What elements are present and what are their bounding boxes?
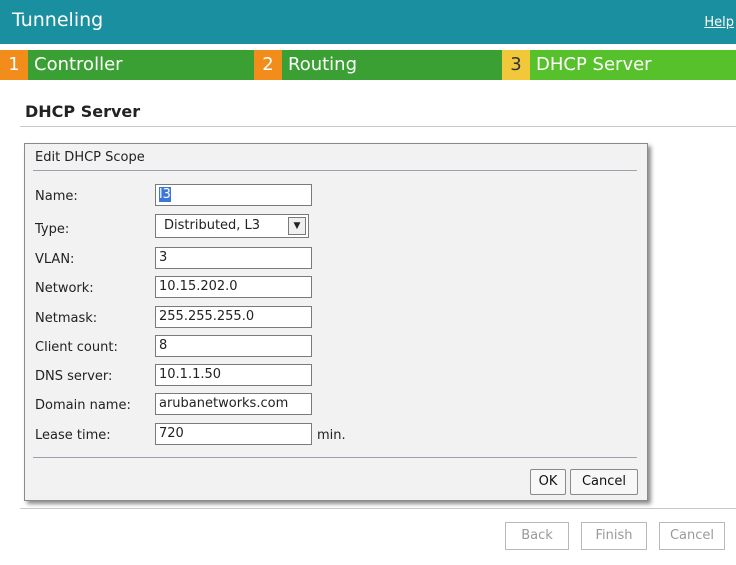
type-row: Type: Distributed, L3 ▼ [25,214,647,238]
lease-time-label: Lease time: [35,428,111,443]
dns-server-row: DNS server: 10.1.1.50 [25,364,647,388]
step-label: Controller [34,54,123,75]
client-count-input[interactable]: 8 [155,335,312,357]
netmask-label: Netmask: [35,311,98,326]
lease-time-input[interactable]: 720 [155,423,312,445]
wizard-steps: 1 Controller 2 Routing 3 DHCP Server [0,50,736,80]
domain-name-input[interactable]: arubanetworks.com [155,393,312,415]
dropdown-arrow-icon[interactable]: ▼ [288,217,306,235]
dns-server-label: DNS server: [35,369,113,384]
page-title: Tunneling [12,9,104,31]
step-label: Routing [288,54,358,75]
help-link[interactable]: Help [704,15,734,30]
step-number: 3 [502,50,530,80]
wizard-cancel-button[interactable]: Cancel [659,522,725,550]
dialog-title: Edit DHCP Scope [35,150,145,165]
name-row: Name: l3 [25,184,647,208]
finish-button[interactable]: Finish [581,522,647,550]
network-label: Network: [35,281,94,296]
dialog-divider [33,457,637,458]
step-label: DHCP Server [536,54,652,75]
type-value: Distributed, L3 [164,218,261,233]
edit-dhcp-scope-dialog: Edit DHCP Scope Name: l3 Type: Distribut… [24,143,648,501]
dialog-divider [33,170,637,171]
type-select[interactable]: Distributed, L3 ▼ [155,214,309,238]
domain-name-row: Domain name: arubanetworks.com [25,393,647,417]
back-button[interactable]: Back [505,522,569,550]
netmask-input[interactable]: 255.255.255.0 [155,306,312,328]
footer-divider [20,508,736,509]
client-count-row: Client count: 8 [25,335,647,359]
step-dhcp-server[interactable]: 3 DHCP Server [502,50,736,80]
step-controller[interactable]: 1 Controller [0,50,254,80]
network-row: Network: 10.15.202.0 [25,276,647,300]
title-bar: Tunneling Help [0,0,736,44]
lease-time-row: Lease time: 720 min. [25,423,647,447]
dialog-cancel-button[interactable]: Cancel [570,469,638,495]
section-divider [20,126,736,127]
step-number: 2 [254,50,282,80]
lease-time-unit: min. [317,428,346,443]
client-count-label: Client count: [35,340,118,355]
vlan-input[interactable]: 3 [155,247,312,269]
step-routing[interactable]: 2 Routing [254,50,502,80]
type-label: Type: [35,222,70,237]
ok-button[interactable]: OK [530,469,566,495]
name-input[interactable]: l3 [155,184,312,206]
network-input[interactable]: 10.15.202.0 [155,276,312,298]
domain-name-label: Domain name: [35,398,131,413]
vlan-row: VLAN: 3 [25,247,647,271]
section-title: DHCP Server [25,102,141,121]
name-label: Name: [35,189,78,204]
name-value: l3 [159,187,171,202]
step-number: 1 [0,50,28,80]
vlan-label: VLAN: [35,252,75,267]
dns-server-input[interactable]: 10.1.1.50 [155,364,312,386]
netmask-row: Netmask: 255.255.255.0 [25,306,647,330]
